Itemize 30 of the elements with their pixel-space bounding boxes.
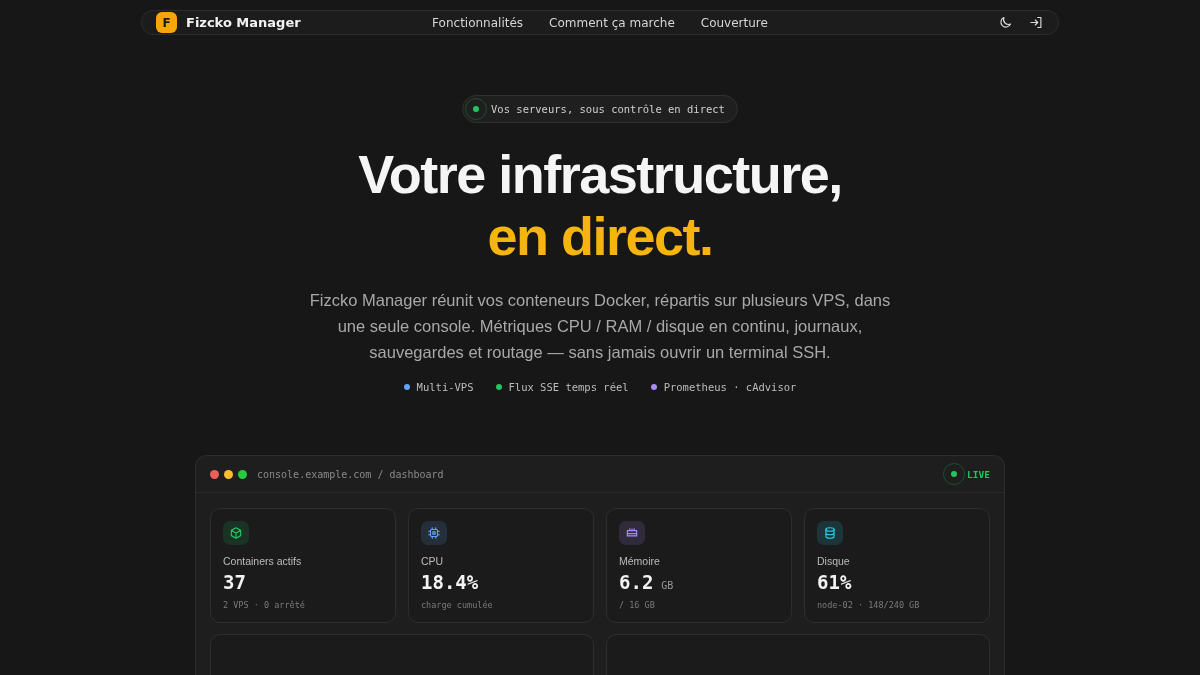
- feature-tag: Multi-VPS: [416, 381, 474, 393]
- stat-value: 37: [223, 571, 246, 593]
- hero-title: Votre infrastructure,: [358, 143, 842, 205]
- stat-caption: 2 VPS · 0 arrêté: [223, 600, 305, 610]
- stat-unit: GB: [661, 580, 674, 591]
- badge-text: Vos serveurs, sous contrôle en direct: [491, 103, 725, 115]
- stat-value: 61%: [817, 571, 852, 593]
- console-url: console.example.com / dashboard: [257, 468, 445, 480]
- login-icon[interactable]: [1029, 15, 1044, 30]
- stat-value: 18.4%: [421, 571, 479, 593]
- hero-title-accent: en direct.: [487, 205, 713, 267]
- nav-link[interactable]: Comment ça marche: [549, 15, 675, 30]
- feature-tag: Prometheus · cAdvisor: [663, 381, 797, 393]
- stat-value: 6.2: [619, 571, 654, 593]
- stat-caption: node-02 · 148/240 GB: [817, 600, 920, 610]
- brand-name[interactable]: Fizcko Manager: [186, 15, 301, 30]
- nav-link[interactable]: Fonctionnalités: [432, 15, 524, 30]
- window-controls-icon: [210, 469, 247, 479]
- live-status: LIVE: [967, 468, 990, 480]
- stat-caption: charge cumulée: [421, 600, 493, 610]
- stat-label: Containers actifs: [223, 555, 302, 567]
- stat-label: Disque: [817, 555, 850, 567]
- nav-link[interactable]: Couverture: [700, 15, 768, 30]
- stat-caption: / 16 GB: [619, 600, 655, 610]
- moon-icon[interactable]: [998, 15, 1013, 30]
- stat-label: CPU: [421, 555, 444, 567]
- feature-tag: Flux SSE temps réel: [508, 381, 629, 393]
- logo-icon[interactable]: F: [156, 12, 177, 33]
- stat-label: Mémoire: [619, 555, 660, 567]
- hero-description: Fizcko Manager réunit vos conteneurs Docker, répartis sur plusieurs VPS, dans une seule console. Métriques CPU / RAM / disque en continu, journaux, sauvegardes et routage — sans jamais ouvrir un terminal SSH.: [308, 290, 892, 363]
